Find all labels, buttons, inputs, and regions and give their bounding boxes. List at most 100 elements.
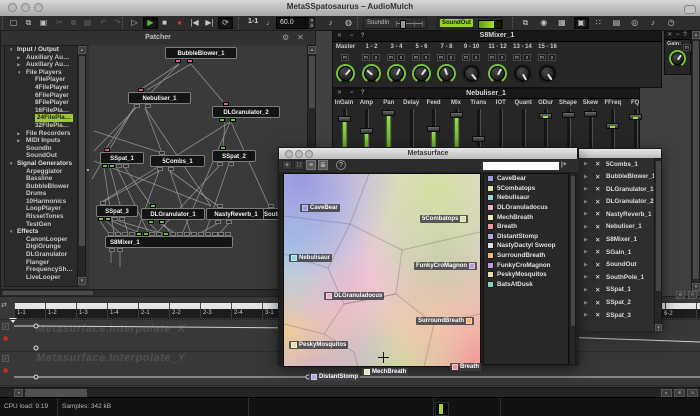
audio-port[interactable] bbox=[228, 162, 234, 166]
surface-snapshot-5combatops[interactable]: 5Combatops bbox=[420, 215, 468, 223]
new-file-icon[interactable]: ▢ bbox=[7, 17, 20, 29]
slider-thumb[interactable] bbox=[606, 123, 619, 129]
contraption-row-sspat_3[interactable]: ▶✕SSpat_3 bbox=[579, 309, 654, 322]
slider-ingain[interactable]: InGain bbox=[333, 98, 355, 150]
surface-snapshot-breath[interactable]: Breath bbox=[450, 363, 481, 371]
tree-item-signal-generators[interactable]: ▼Signal Generators bbox=[5, 160, 78, 168]
metasurface-close-icon[interactable] bbox=[285, 150, 293, 158]
audio-port[interactable] bbox=[116, 164, 122, 168]
solo-button[interactable]: s bbox=[548, 54, 556, 61]
audio-port[interactable] bbox=[225, 232, 231, 236]
contraption-row-southpole_1[interactable]: ▶✕SouthPole_1 bbox=[579, 271, 654, 284]
tree-item-10harmonics[interactable]: 10Harmonics bbox=[5, 198, 78, 206]
channel-knob[interactable] bbox=[462, 64, 481, 83]
contraption-row-dlgranulator_2[interactable]: ▶✕DLGranulator_2 bbox=[579, 196, 654, 209]
audio-port-active[interactable] bbox=[219, 118, 225, 122]
tree-item-fileplayer[interactable]: FilePlayer bbox=[5, 76, 78, 84]
tree-item-24filepla-[interactable]: 24FilePla… bbox=[5, 114, 78, 122]
patcher-canvas[interactable]: BubbleBlower_1Nebuliser_1DLGranulator_2S… bbox=[89, 45, 307, 289]
tree-item-arpeggiator[interactable]: Arpeggiator bbox=[5, 168, 78, 176]
slider-quant[interactable]: Quant bbox=[512, 98, 534, 150]
slider-thumb[interactable] bbox=[450, 112, 463, 118]
audio-port-active[interactable] bbox=[163, 232, 169, 236]
mute-button[interactable]: m bbox=[513, 54, 521, 61]
chevron-right-icon[interactable]: ▶ bbox=[584, 161, 588, 167]
gain-knob[interactable] bbox=[669, 50, 686, 67]
audio-port[interactable] bbox=[184, 232, 190, 236]
slider-iot[interactable]: IOT bbox=[490, 98, 512, 150]
audio-port[interactable] bbox=[159, 151, 165, 155]
chevron-right-icon[interactable]: ▶ bbox=[584, 174, 588, 180]
audio-port[interactable] bbox=[117, 248, 123, 252]
audio-port-active[interactable] bbox=[98, 217, 104, 221]
slider-ffreq[interactable]: FFreq bbox=[602, 98, 624, 150]
audio-port[interactable] bbox=[115, 232, 121, 236]
chevron-right-icon[interactable]: ▶ bbox=[584, 224, 588, 230]
tree-item-bubbleblower[interactable]: BubbleBlower bbox=[5, 183, 78, 191]
audio-port[interactable] bbox=[198, 232, 204, 236]
mixer-view-button[interactable]: ▦ bbox=[555, 17, 568, 29]
audio-port[interactable] bbox=[157, 167, 163, 171]
slider-shape[interactable]: Shape bbox=[557, 98, 579, 150]
patch-node-nastyreverb_1[interactable]: NastyReverb_1 bbox=[206, 208, 266, 220]
patcher-view-button[interactable]: ⧉ bbox=[519, 17, 532, 29]
slider-thumb[interactable] bbox=[360, 128, 373, 134]
remove-icon[interactable]: ✕ bbox=[595, 173, 600, 181]
tree-item-frequencysh-[interactable]: FrequencySh… bbox=[5, 266, 78, 274]
chevron-right-icon[interactable]: ▶ bbox=[584, 312, 588, 318]
clock-view-button[interactable]: ◷ bbox=[665, 17, 678, 29]
audio-port-active[interactable] bbox=[230, 118, 236, 122]
audio-port[interactable] bbox=[122, 232, 128, 236]
slider-thumb[interactable] bbox=[427, 126, 440, 132]
redo-icon[interactable]: ↷ bbox=[111, 17, 124, 29]
channel-knob[interactable] bbox=[513, 64, 532, 83]
audio-port[interactable] bbox=[168, 167, 174, 171]
speaker-button[interactable]: ♪ bbox=[324, 17, 337, 29]
audio-port[interactable] bbox=[109, 248, 115, 252]
channel-knob[interactable] bbox=[336, 64, 355, 83]
remove-icon[interactable]: ✕ bbox=[595, 160, 600, 168]
audio-port[interactable] bbox=[112, 217, 118, 221]
snapshot-list-item-breath[interactable]: Breath bbox=[484, 222, 568, 232]
document-view-button[interactable]: ▤ bbox=[610, 17, 623, 29]
sound-in-control[interactable]: SoundIn bbox=[363, 17, 427, 29]
chevron-down-icon[interactable]: ▼ bbox=[9, 46, 13, 54]
solo-button[interactable]: s bbox=[397, 54, 405, 61]
snapshot-list-item-batsatdusk[interactable]: BatsAtDusk bbox=[484, 280, 568, 290]
remove-icon[interactable]: ✕ bbox=[595, 299, 600, 307]
timeline-zoom-in-icon[interactable]: ⊕ bbox=[674, 389, 685, 397]
surface-snapshot-nebulisaur[interactable]: Nebulisaur bbox=[289, 254, 332, 262]
chevron-right-icon[interactable]: ▶ bbox=[584, 262, 588, 268]
tree-item-input-output[interactable]: ▼Input / Output bbox=[5, 46, 78, 54]
remove-icon[interactable]: ✕ bbox=[595, 198, 600, 206]
tree-item-bassline[interactable]: Bassline bbox=[5, 175, 78, 183]
go-start-button[interactable]: |◀ bbox=[188, 17, 201, 29]
solo-button[interactable]: s bbox=[498, 54, 506, 61]
gain-mute-button[interactable]: m bbox=[683, 44, 691, 51]
automation-point-y[interactable] bbox=[34, 375, 38, 379]
chevron-down-icon[interactable]: ▼ bbox=[9, 228, 13, 236]
remove-icon[interactable]: ✕ bbox=[595, 185, 600, 193]
chevron-right-icon[interactable]: ▶ bbox=[584, 211, 588, 217]
audio-port[interactable] bbox=[149, 232, 155, 236]
audio-port[interactable] bbox=[156, 232, 162, 236]
tree-item-midi-inputs[interactable]: ▶MIDI Inputs bbox=[5, 137, 78, 145]
slider-thumb[interactable] bbox=[629, 114, 642, 120]
solo-button[interactable]: s bbox=[447, 54, 455, 61]
channel-knob[interactable] bbox=[412, 64, 431, 83]
tree-item-livelooper[interactable]: LiveLooper bbox=[5, 274, 78, 282]
chevron-right-icon[interactable]: ▶ bbox=[584, 300, 588, 306]
tree-item-effects[interactable]: ▼Effects bbox=[5, 228, 78, 236]
mixer-window-controls[interactable]: ✕ − ? bbox=[337, 31, 368, 41]
chevron-down-icon[interactable]: ▼ bbox=[17, 69, 21, 77]
snapshot-list-item-nebulisaur[interactable]: Nebulisaur bbox=[484, 193, 568, 203]
slider-delay[interactable]: Delay bbox=[400, 98, 422, 150]
slider-trans[interactable]: Trans bbox=[467, 98, 489, 150]
play-button[interactable]: ▶ bbox=[143, 17, 158, 29]
snapshot-list-item-distantstomp[interactable]: DistantStomp bbox=[484, 232, 568, 242]
slider-thumb[interactable] bbox=[338, 116, 351, 122]
slider-thumb[interactable] bbox=[562, 112, 575, 118]
add-snapshot-button[interactable]: + bbox=[282, 160, 292, 170]
metasurface-minimize-icon[interactable] bbox=[295, 150, 303, 158]
contraption-row-sspat_1[interactable]: ▶✕SSpat_1 bbox=[579, 284, 654, 297]
